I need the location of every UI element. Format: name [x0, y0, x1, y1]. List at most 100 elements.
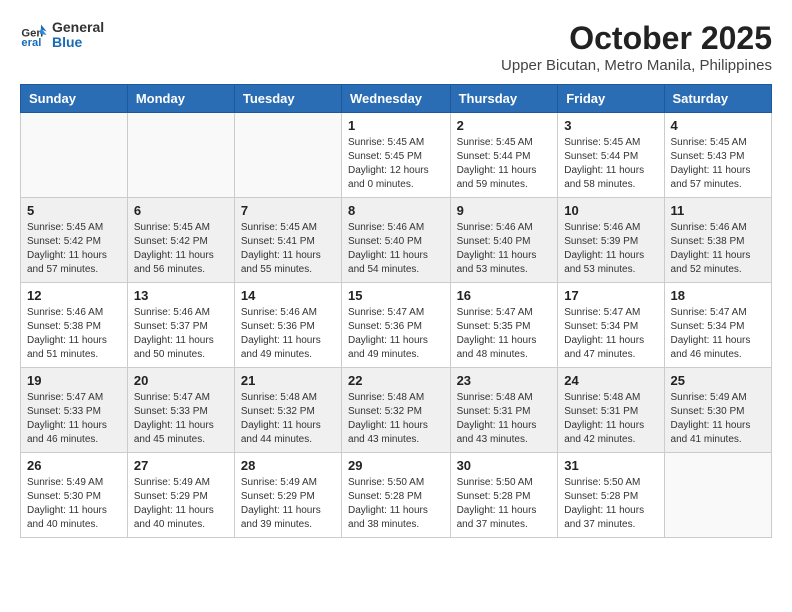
calendar-cell: 1Sunrise: 5:45 AM Sunset: 5:45 PM Daylig…	[342, 113, 451, 198]
day-number: 6	[134, 203, 228, 218]
calendar-cell: 16 Sunrise: 5:47 AM Sunset: 5:35 PM Dayli…	[450, 283, 558, 368]
weekday-header: Monday	[127, 85, 234, 113]
calendar-cell: 6 Sunrise: 5:45 AM Sunset: 5:42 PM Daylig…	[127, 198, 234, 283]
calendar-cell: 28 Sunrise: 5:49 AM Sunset: 5:29 PM Dayli…	[234, 453, 341, 538]
day-info: Sunrise: 5:45 AM Sunset: 5:43 PM Dayligh…	[671, 136, 765, 192]
day-number: 23	[457, 373, 552, 388]
day-number: 31	[564, 458, 657, 473]
day-number: 9	[457, 203, 552, 218]
calendar-cell: 5 Sunrise: 5:45 AM Sunset: 5:42 PM Daylig…	[21, 198, 128, 283]
calendar-cell: 19 Sunrise: 5:47 AM Sunset: 5:33 PM Dayli…	[21, 368, 128, 453]
day-info: Sunrise: 5:45 AM Sunset: 5:42 PM Dayligh…	[27, 221, 121, 277]
calendar-cell: 12Sunrise: 5:46 AM Sunset: 5:38 PM Dayli…	[21, 283, 128, 368]
calendar-cell: 17Sunrise: 5:47 AM Sunset: 5:34 PM Dayli…	[558, 283, 664, 368]
logo-line1: General	[52, 20, 104, 35]
calendar-cell	[664, 453, 771, 538]
weekday-header: Tuesday	[234, 85, 341, 113]
day-number: 18	[671, 288, 765, 303]
calendar-cell: 8 Sunrise: 5:46 AM Sunset: 5:40 PM Daylig…	[342, 198, 451, 283]
day-info: Sunrise: 5:49 AM Sunset: 5:30 PM Dayligh…	[671, 391, 765, 447]
calendar-cell: 11 Sunrise: 5:46 AM Sunset: 5:38 PM Dayli…	[664, 198, 771, 283]
day-number: 1	[348, 118, 444, 133]
day-number: 20	[134, 373, 228, 388]
page-header: Gen eral General Blue October 2025 Upper…	[20, 20, 772, 74]
calendar-cell: 23 Sunrise: 5:48 AM Sunset: 5:31 PM Dayli…	[450, 368, 558, 453]
day-info: Sunrise: 5:46 AM Sunset: 5:39 PM Dayligh…	[564, 221, 657, 277]
calendar-cell: 9 Sunrise: 5:46 AM Sunset: 5:40 PM Daylig…	[450, 198, 558, 283]
day-number: 8	[348, 203, 444, 218]
svg-text:eral: eral	[21, 38, 41, 50]
calendar-cell: 25Sunrise: 5:49 AM Sunset: 5:30 PM Dayli…	[664, 368, 771, 453]
calendar-cell	[127, 113, 234, 198]
calendar-cell: 14 Sunrise: 5:46 AM Sunset: 5:36 PM Dayli…	[234, 283, 341, 368]
day-info: Sunrise: 5:45 AM Sunset: 5:42 PM Dayligh…	[134, 221, 228, 277]
calendar-cell: 20 Sunrise: 5:47 AM Sunset: 5:33 PM Dayli…	[127, 368, 234, 453]
day-info: Sunrise: 5:47 AM Sunset: 5:33 PM Dayligh…	[27, 391, 121, 447]
day-info: Sunrise: 5:46 AM Sunset: 5:40 PM Dayligh…	[457, 221, 552, 277]
calendar-cell: 21Sunrise: 5:48 AM Sunset: 5:32 PM Dayli…	[234, 368, 341, 453]
day-number: 7	[241, 203, 335, 218]
calendar-cell: 13 Sunrise: 5:46 AM Sunset: 5:37 PM Dayli…	[127, 283, 234, 368]
day-number: 28	[241, 458, 335, 473]
calendar-cell	[21, 113, 128, 198]
day-info: Sunrise: 5:49 AM Sunset: 5:30 PM Dayligh…	[27, 476, 121, 532]
day-number: 3	[564, 118, 657, 133]
weekday-header: Sunday	[21, 85, 128, 113]
day-number: 27	[134, 458, 228, 473]
day-number: 19	[27, 373, 121, 388]
day-info: Sunrise: 5:49 AM Sunset: 5:29 PM Dayligh…	[241, 476, 335, 532]
calendar-cell: 31Sunrise: 5:50 AM Sunset: 5:28 PM Dayli…	[558, 453, 664, 538]
day-number: 11	[671, 203, 765, 218]
location-title: Upper Bicutan, Metro Manila, Philippines	[501, 57, 772, 74]
day-number: 26	[27, 458, 121, 473]
day-info: Sunrise: 5:46 AM Sunset: 5:36 PM Dayligh…	[241, 306, 335, 362]
calendar-cell: 22Sunrise: 5:48 AM Sunset: 5:32 PM Dayli…	[342, 368, 451, 453]
day-info: Sunrise: 5:47 AM Sunset: 5:35 PM Dayligh…	[457, 306, 552, 362]
day-info: Sunrise: 5:48 AM Sunset: 5:32 PM Dayligh…	[348, 391, 444, 447]
day-number: 4	[671, 118, 765, 133]
day-number: 5	[27, 203, 121, 218]
calendar-cell: 24 Sunrise: 5:48 AM Sunset: 5:31 PM Dayli…	[558, 368, 664, 453]
calendar-cell: 15Sunrise: 5:47 AM Sunset: 5:36 PM Dayli…	[342, 283, 451, 368]
weekday-header-row: SundayMondayTuesdayWednesdayThursdayFrid…	[21, 85, 772, 113]
calendar-cell	[234, 113, 341, 198]
calendar-cell: 3 Sunrise: 5:45 AM Sunset: 5:44 PM Daylig…	[558, 113, 664, 198]
day-number: 2	[457, 118, 552, 133]
day-info: Sunrise: 5:46 AM Sunset: 5:37 PM Dayligh…	[134, 306, 228, 362]
weekday-header: Wednesday	[342, 85, 451, 113]
day-info: Sunrise: 5:45 AM Sunset: 5:41 PM Dayligh…	[241, 221, 335, 277]
day-number: 15	[348, 288, 444, 303]
day-info: Sunrise: 5:46 AM Sunset: 5:40 PM Dayligh…	[348, 221, 444, 277]
calendar-week-row: 5 Sunrise: 5:45 AM Sunset: 5:42 PM Daylig…	[21, 198, 772, 283]
day-info: Sunrise: 5:48 AM Sunset: 5:31 PM Dayligh…	[564, 391, 657, 447]
day-info: Sunrise: 5:47 AM Sunset: 5:33 PM Dayligh…	[134, 391, 228, 447]
calendar-cell: 7 Sunrise: 5:45 AM Sunset: 5:41 PM Daylig…	[234, 198, 341, 283]
day-info: Sunrise: 5:50 AM Sunset: 5:28 PM Dayligh…	[348, 476, 444, 532]
logo-text: General Blue	[52, 20, 104, 51]
calendar-cell: 29 Sunrise: 5:50 AM Sunset: 5:28 PM Dayli…	[342, 453, 451, 538]
logo-line2: Blue	[52, 35, 104, 50]
day-info: Sunrise: 5:45 AM Sunset: 5:44 PM Dayligh…	[564, 136, 657, 192]
calendar-cell: 30Sunrise: 5:50 AM Sunset: 5:28 PM Dayli…	[450, 453, 558, 538]
day-number: 17	[564, 288, 657, 303]
weekday-header: Friday	[558, 85, 664, 113]
calendar-week-row: 19 Sunrise: 5:47 AM Sunset: 5:33 PM Dayli…	[21, 368, 772, 453]
calendar-cell: 27 Sunrise: 5:49 AM Sunset: 5:29 PM Dayli…	[127, 453, 234, 538]
logo: Gen eral General Blue	[20, 20, 104, 51]
day-number: 14	[241, 288, 335, 303]
day-info: Sunrise: 5:50 AM Sunset: 5:28 PM Dayligh…	[457, 476, 552, 532]
day-number: 13	[134, 288, 228, 303]
calendar-week-row: 26 Sunrise: 5:49 AM Sunset: 5:30 PM Dayli…	[21, 453, 772, 538]
weekday-header: Thursday	[450, 85, 558, 113]
month-title: October 2025	[501, 20, 772, 57]
day-info: Sunrise: 5:48 AM Sunset: 5:31 PM Dayligh…	[457, 391, 552, 447]
day-info: Sunrise: 5:46 AM Sunset: 5:38 PM Dayligh…	[27, 306, 121, 362]
title-section: October 2025 Upper Bicutan, Metro Manila…	[501, 20, 772, 74]
weekday-header: Saturday	[664, 85, 771, 113]
day-info: Sunrise: 5:46 AM Sunset: 5:38 PM Dayligh…	[671, 221, 765, 277]
calendar-cell: 26 Sunrise: 5:49 AM Sunset: 5:30 PM Dayli…	[21, 453, 128, 538]
day-number: 29	[348, 458, 444, 473]
day-info: Sunrise: 5:49 AM Sunset: 5:29 PM Dayligh…	[134, 476, 228, 532]
day-number: 24	[564, 373, 657, 388]
day-number: 16	[457, 288, 552, 303]
